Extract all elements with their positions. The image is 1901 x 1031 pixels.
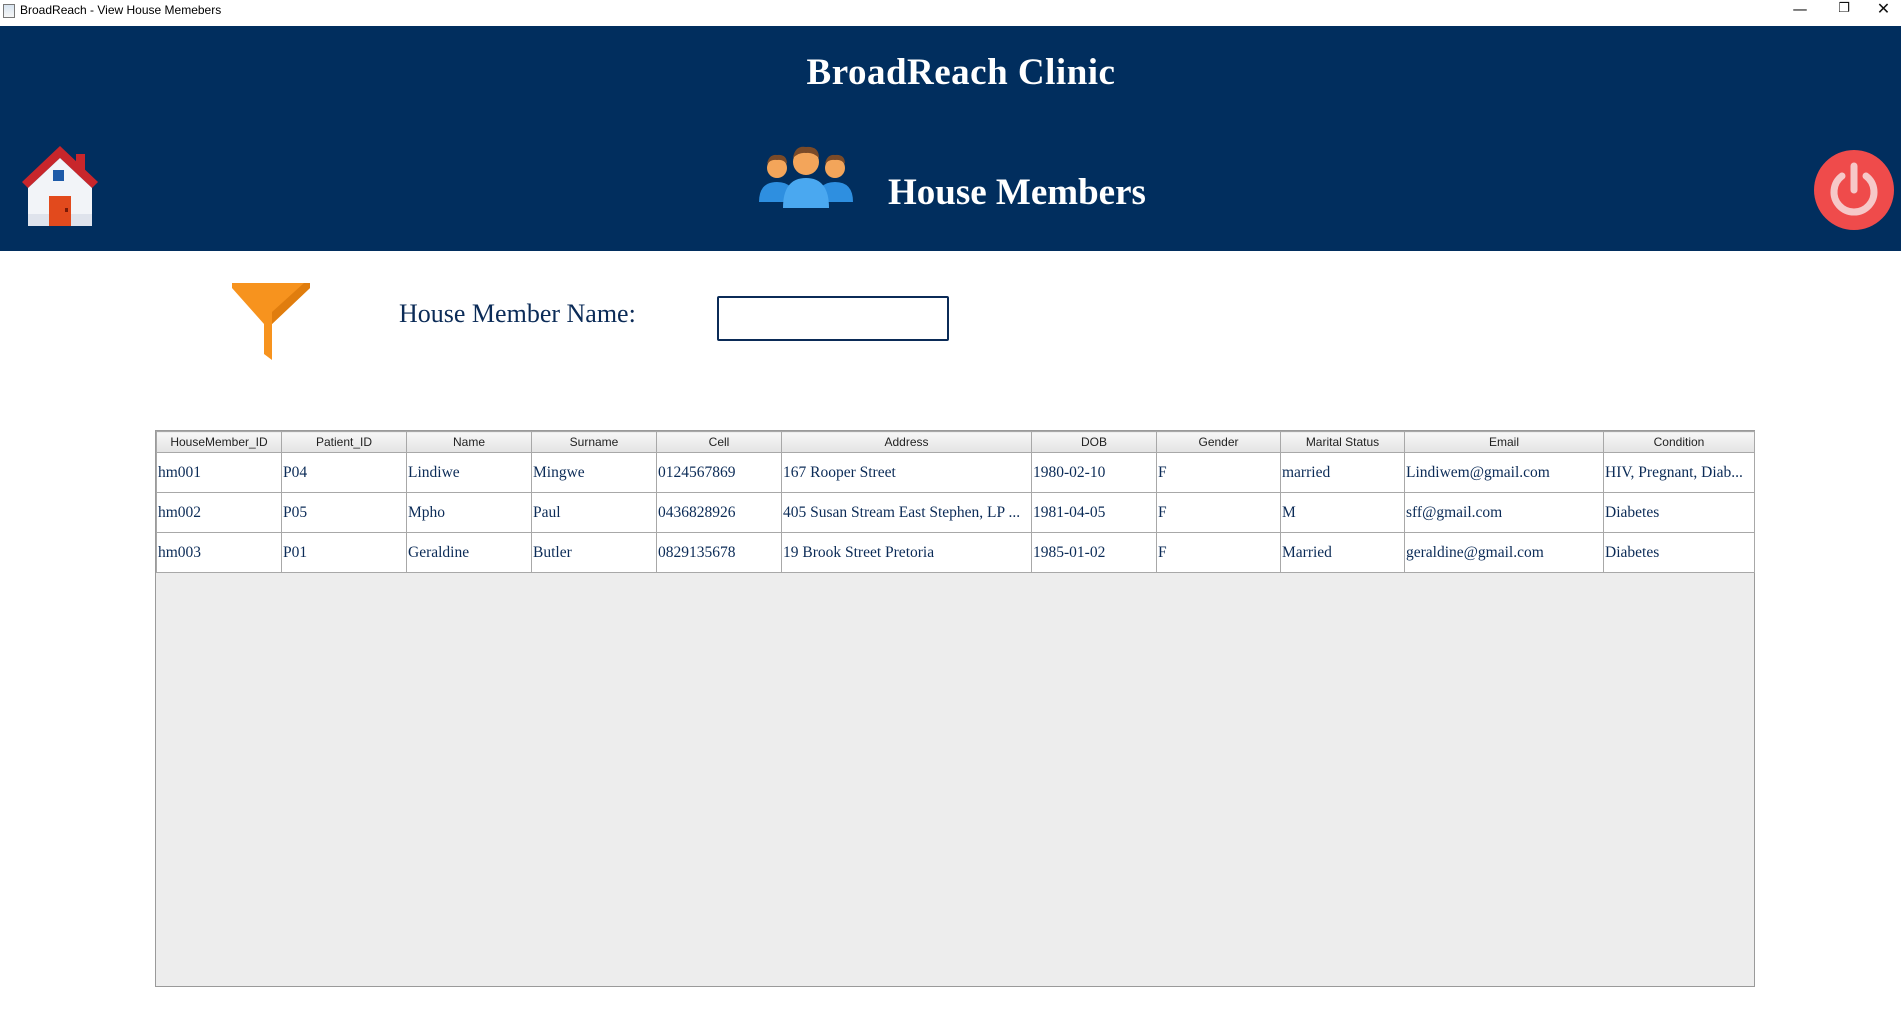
- house-members-table: HouseMember_ID Patient_ID Name Surname C…: [156, 431, 1755, 573]
- table-cell[interactable]: Mpho: [406, 492, 532, 533]
- table-cell[interactable]: 405 Susan Stream East Stephen, LP ...: [781, 492, 1032, 533]
- table-cell[interactable]: hm001: [156, 452, 282, 493]
- minimize-button[interactable]: —: [1778, 0, 1822, 24]
- column-header[interactable]: Cell: [656, 431, 782, 453]
- house-members-table-panel[interactable]: HouseMember_ID Patient_ID Name Surname C…: [155, 430, 1755, 987]
- window-title: BroadReach - View House Memebers: [20, 3, 222, 17]
- clinic-title: BroadReach Clinic: [806, 52, 1116, 93]
- window-title-bar: BroadReach - View House Memebers — ❐ ✕: [0, 0, 1901, 26]
- table-row[interactable]: hm002 P05 Mpho Paul 0436828926 405 Susan…: [156, 492, 1755, 533]
- table-cell[interactable]: 0124567869: [656, 452, 782, 493]
- column-header[interactable]: Email: [1404, 431, 1604, 453]
- close-button[interactable]: ✕: [1866, 0, 1901, 24]
- table-cell[interactable]: 167 Rooper Street: [781, 452, 1032, 493]
- table-cell[interactable]: P05: [281, 492, 407, 533]
- table-row[interactable]: hm003 P01 Geraldine Butler 0829135678 19…: [156, 532, 1755, 573]
- table-cell[interactable]: 1981-04-05: [1031, 492, 1157, 533]
- table-cell[interactable]: Married: [1280, 532, 1405, 573]
- funnel-icon: [232, 282, 310, 360]
- home-icon[interactable]: [20, 144, 100, 228]
- table-cell[interactable]: Diabetes: [1603, 492, 1755, 533]
- column-header[interactable]: DOB: [1031, 431, 1157, 453]
- page-title: House Members: [888, 172, 1146, 213]
- table-cell[interactable]: P04: [281, 452, 407, 493]
- table-cell[interactable]: 0829135678: [656, 532, 782, 573]
- column-header[interactable]: Patient_ID: [281, 431, 407, 453]
- table-cell[interactable]: Paul: [531, 492, 657, 533]
- table-row[interactable]: hm001 P04 Lindiwe Mingwe 0124567869 167 …: [156, 452, 1755, 493]
- table-cell[interactable]: 1980-02-10: [1031, 452, 1157, 493]
- table-cell[interactable]: 19 Brook Street Pretoria: [781, 532, 1032, 573]
- column-header[interactable]: Address: [781, 431, 1032, 453]
- table-cell[interactable]: F: [1156, 532, 1281, 573]
- house-member-name-input[interactable]: [717, 296, 949, 341]
- header-banner: BroadReach Clinic House Members: [0, 26, 1901, 251]
- people-group-icon: [757, 144, 855, 208]
- table-cell[interactable]: F: [1156, 492, 1281, 533]
- java-app-icon: [3, 4, 15, 18]
- column-header[interactable]: Surname: [531, 431, 657, 453]
- table-cell[interactable]: sff@gmail.com: [1404, 492, 1604, 533]
- column-header[interactable]: Condition: [1603, 431, 1755, 453]
- table-cell[interactable]: hm003: [156, 532, 282, 573]
- table-cell[interactable]: Geraldine: [406, 532, 532, 573]
- table-cell[interactable]: 1985-01-02: [1031, 532, 1157, 573]
- table-cell[interactable]: Butler: [531, 532, 657, 573]
- table-cell[interactable]: HIV, Pregnant, Diab...: [1603, 452, 1755, 493]
- table-cell[interactable]: geraldine@gmail.com: [1404, 532, 1604, 573]
- column-header[interactable]: Marital Status: [1280, 431, 1405, 453]
- restore-button[interactable]: ❐: [1822, 0, 1866, 24]
- table-cell[interactable]: Lindiwem@gmail.com: [1404, 452, 1604, 493]
- table-cell[interactable]: Mingwe: [531, 452, 657, 493]
- table-header-row: HouseMember_ID Patient_ID Name Surname C…: [156, 431, 1755, 453]
- column-header[interactable]: HouseMember_ID: [156, 431, 282, 453]
- table-cell[interactable]: M: [1280, 492, 1405, 533]
- house-member-name-label: House Member Name:: [399, 299, 636, 328]
- table-cell[interactable]: 0436828926: [656, 492, 782, 533]
- table-cell[interactable]: Lindiwe: [406, 452, 532, 493]
- column-header[interactable]: Gender: [1156, 431, 1281, 453]
- column-header[interactable]: Name: [406, 431, 532, 453]
- table-cell[interactable]: married: [1280, 452, 1405, 493]
- table-cell[interactable]: P01: [281, 532, 407, 573]
- power-icon[interactable]: [1814, 150, 1894, 230]
- table-cell[interactable]: hm002: [156, 492, 282, 533]
- table-cell[interactable]: F: [1156, 452, 1281, 493]
- table-cell[interactable]: Diabetes: [1603, 532, 1755, 573]
